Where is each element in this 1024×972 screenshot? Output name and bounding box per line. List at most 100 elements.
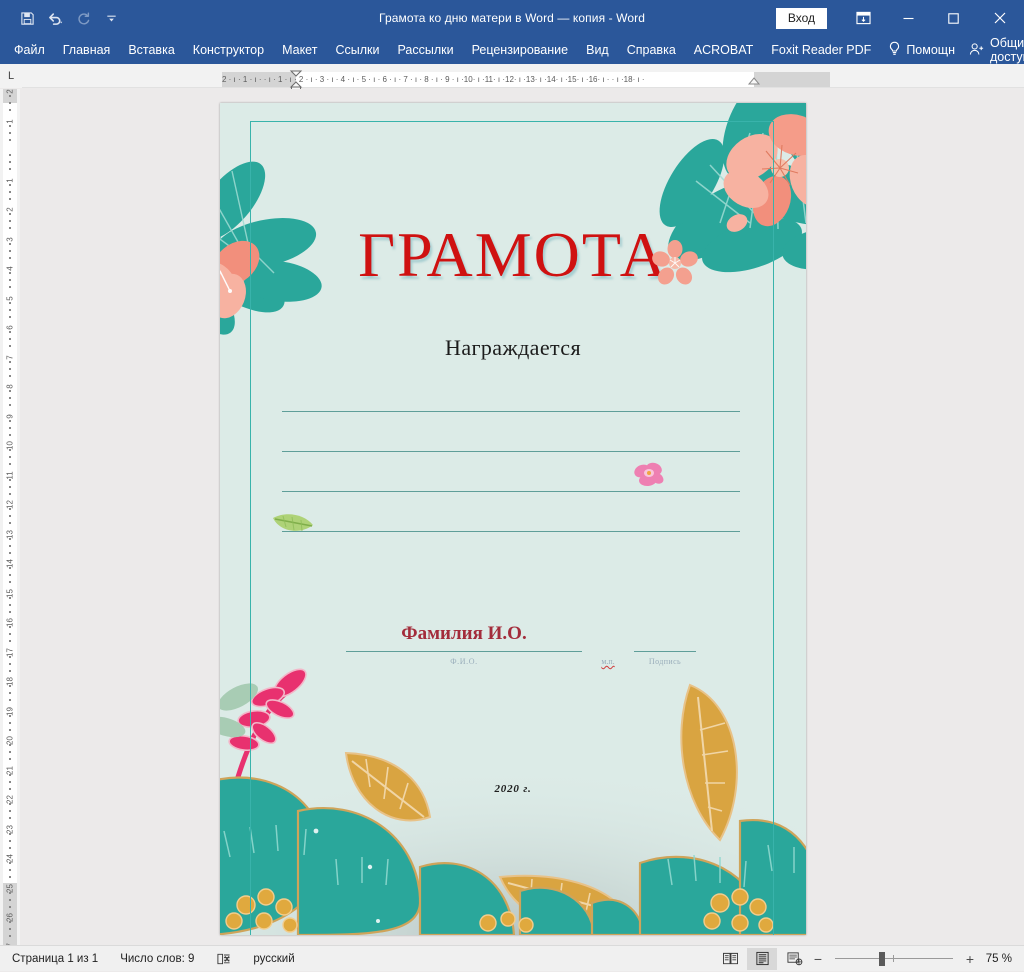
tab-help[interactable]: Справка — [618, 36, 685, 64]
language-indicator[interactable]: русский — [242, 946, 305, 972]
vruler-tick-dot — [9, 685, 11, 687]
blank-line-1[interactable] — [282, 411, 740, 412]
document-page[interactable]: ГРАМОТА Награждается — [220, 103, 806, 935]
document-canvas[interactable]: ГРАМОТА Награждается — [20, 89, 1024, 945]
vruler-tick-4: 4 — [6, 259, 15, 279]
minimize-button[interactable] — [886, 0, 931, 36]
ruler-tick-labels: 2 · ı · 1 · ı · · ı · 1 · ı · 2 · ı · 3 … — [222, 72, 1024, 87]
vruler-tick-21: 21 — [6, 760, 15, 780]
redo-icon[interactable] — [70, 5, 96, 31]
close-button[interactable] — [976, 0, 1024, 36]
vruler-tick-18: 18 — [6, 672, 15, 692]
tab-design[interactable]: Конструктор — [184, 36, 273, 64]
maximize-restore-button[interactable] — [931, 0, 976, 36]
page-indicator[interactable]: Страница 1 из 1 — [0, 946, 109, 972]
tab-review[interactable]: Рецензирование — [463, 36, 578, 64]
zoom-level-label[interactable]: 75 % — [978, 953, 1024, 965]
vruler-tick-dot — [9, 663, 11, 665]
print-layout-view-button[interactable] — [747, 948, 777, 970]
vruler-tick-10: 10 — [6, 436, 15, 456]
customize-qat-icon[interactable] — [98, 5, 124, 31]
blank-line-2[interactable] — [282, 451, 740, 452]
tab-references[interactable]: Ссылки — [326, 36, 388, 64]
undo-icon[interactable] — [42, 5, 68, 31]
vruler-tick-20: 20 — [6, 731, 15, 751]
vruler-tick-dot — [9, 309, 11, 311]
vruler-tick-1: 1 — [6, 170, 15, 190]
vruler-tick-25: 25 — [6, 878, 15, 898]
vruler-tick-dot — [9, 368, 11, 370]
vruler-tick-dot — [9, 338, 11, 340]
certificate-subtitle: Награждается — [220, 335, 806, 361]
share-button[interactable]: Общий доступ — [963, 36, 1024, 64]
zoom-slider-thumb[interactable] — [879, 952, 885, 966]
vruler-tick-dot — [9, 449, 11, 451]
share-label: Общий доступ — [990, 36, 1024, 64]
web-layout-view-button[interactable] — [779, 948, 809, 970]
zoom-in-button[interactable]: + — [962, 952, 978, 966]
status-bar: Страница 1 из 1 Число слов: 9 русский − … — [0, 945, 1024, 971]
vruler-tick-dot — [9, 479, 11, 481]
word-count[interactable]: Число слов: 9 — [109, 946, 205, 972]
vruler-tick-dot — [9, 302, 11, 304]
vruler-tick-12: 12 — [6, 495, 15, 515]
tell-me-box[interactable]: Помощн — [880, 41, 963, 59]
tab-mailings[interactable]: Рассылки — [388, 36, 462, 64]
vruler-tick-dot — [9, 744, 11, 746]
sakura-flower-icon — [652, 240, 698, 286]
horizontal-ruler-bar: L 2 · ı · 1 · ı · · ı · 1 · ı · 2 · ı · … — [0, 64, 1024, 88]
vruler-tick-dot — [9, 427, 11, 429]
label-stamp: м.п. — [586, 657, 630, 666]
tab-insert[interactable]: Вставка — [119, 36, 183, 64]
vruler-tick-dot — [9, 899, 11, 901]
vruler-tick-dot — [9, 102, 11, 104]
vruler-tick-dot — [9, 810, 11, 812]
vruler-tick-dot — [9, 125, 11, 127]
share-person-icon — [969, 42, 985, 59]
vruler-tick-1: 1 — [6, 111, 15, 131]
right-indent-marker[interactable] — [747, 76, 761, 88]
vruler-tick-dot — [9, 538, 11, 540]
vruler-tick-19: 19 — [6, 701, 15, 721]
tab-view[interactable]: Вид — [577, 36, 618, 64]
blank-line-3[interactable] — [282, 491, 740, 492]
tab-acrobat[interactable]: ACROBAT — [685, 36, 763, 64]
save-icon[interactable] — [14, 5, 40, 31]
read-mode-view-button[interactable] — [715, 948, 745, 970]
tab-foxit-reader-pdf[interactable]: Foxit Reader PDF — [762, 36, 880, 64]
vruler-tick-dot — [9, 803, 11, 805]
vruler-tick-dot — [9, 154, 11, 156]
blank-line-4[interactable] — [282, 531, 740, 532]
ribbon-display-options-icon[interactable] — [841, 0, 886, 36]
sign-in-button[interactable]: Вход — [776, 8, 827, 29]
small-green-leaf-icon — [270, 509, 316, 537]
vruler-tick-11: 11 — [6, 465, 15, 485]
vruler-tick-dot — [9, 132, 11, 134]
small-pink-flower-icon — [632, 458, 666, 488]
vruler-tick-dot — [9, 774, 11, 776]
zoom-out-button[interactable]: − — [810, 952, 826, 966]
tab-home[interactable]: Главная — [54, 36, 120, 64]
horizontal-ruler[interactable]: 2 · ı · 1 · ı · · ı · 1 · ı · 2 · ı · 3 … — [22, 68, 1024, 83]
tab-layout[interactable]: Макет — [273, 36, 326, 64]
vruler-tick-2: 2 — [6, 82, 15, 102]
vruler-tick-dot — [9, 862, 11, 864]
vruler-tick-dot — [9, 928, 11, 930]
vruler-tick-2: 2 — [6, 200, 15, 220]
ribbon-tab-bar: Файл Главная Вставка Конструктор Макет С… — [0, 36, 1024, 64]
vruler-tick-dot — [9, 220, 11, 222]
vruler-tick-5: 5 — [6, 288, 15, 308]
signature-name-text[interactable]: Фамилия И.О. — [346, 623, 582, 645]
vruler-tick-22: 22 — [6, 790, 15, 810]
tab-file[interactable]: Файл — [0, 36, 54, 64]
status-bar-right: − + 75 % — [714, 948, 1024, 970]
proofing-errors-icon[interactable] — [205, 946, 242, 972]
vruler-tick-dot — [9, 781, 11, 783]
signature-line-name — [346, 651, 582, 652]
vruler-tick-dot — [9, 243, 11, 245]
zoom-slider[interactable] — [835, 948, 953, 970]
vruler-tick-23: 23 — [6, 819, 15, 839]
vruler-tick-26: 26 — [6, 908, 15, 928]
vertical-ruler[interactable]: 2112345678910111213141516171819202122232… — [0, 89, 20, 945]
vruler-tick-dot — [9, 213, 11, 215]
